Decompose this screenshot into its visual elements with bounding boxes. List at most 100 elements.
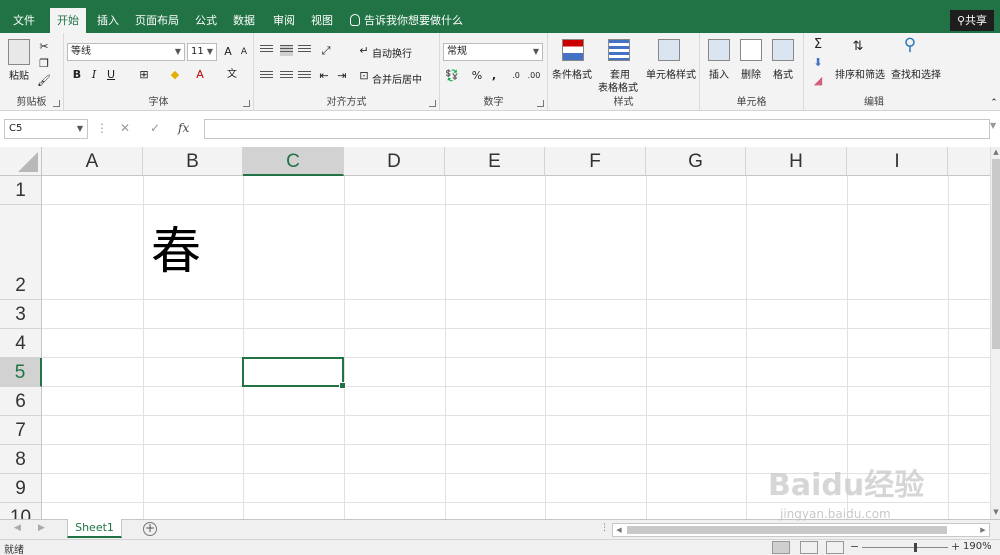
- format-as-table-line2[interactable]: 表格格式: [594, 79, 642, 94]
- tab-insert[interactable]: 插入: [90, 8, 126, 33]
- align-top-icon[interactable]: [260, 45, 273, 56]
- tab-view[interactable]: 视图: [304, 8, 340, 33]
- font-size-combo[interactable]: 11 ▼: [187, 43, 217, 61]
- increase-indent-icon[interactable]: ⇥: [334, 68, 350, 84]
- wrap-text-button[interactable]: 自动换行: [372, 45, 412, 60]
- clear-icon[interactable]: ◢: [810, 73, 826, 89]
- wrap-text-icon[interactable]: ↵: [356, 43, 372, 59]
- next-sheet-icon[interactable]: ▶: [38, 523, 45, 533]
- format-as-table-icon[interactable]: [608, 39, 630, 61]
- vertical-scrollbar[interactable]: ▲ ▼: [990, 147, 1000, 519]
- paste-button[interactable]: 粘贴: [4, 67, 34, 82]
- alignment-launcher-icon[interactable]: [429, 100, 436, 107]
- column-header-a[interactable]: A: [42, 147, 143, 176]
- cell-b2[interactable]: 春: [143, 204, 243, 299]
- search-icon[interactable]: ⚲: [902, 37, 918, 54]
- insert-function-button[interactable]: fx: [178, 121, 189, 135]
- scroll-down-icon[interactable]: ▼: [992, 508, 1000, 516]
- worksheet-grid[interactable]: A B C D E F G H I 1 2 3 4 5 6 7 8 9 10 春: [0, 147, 990, 519]
- tab-page-layout[interactable]: 页面布局: [130, 8, 184, 33]
- copy-icon[interactable]: ❐: [36, 56, 52, 72]
- tab-formulas[interactable]: 公式: [188, 8, 224, 33]
- clipboard-launcher-icon[interactable]: [53, 100, 60, 107]
- column-header-e[interactable]: E: [445, 147, 545, 176]
- number-launcher-icon[interactable]: [537, 100, 544, 107]
- decrease-indent-icon[interactable]: ⇤: [316, 68, 332, 84]
- fill-icon[interactable]: ⬇: [810, 55, 826, 71]
- autosum-button[interactable]: Σ: [810, 37, 826, 53]
- zoom-in-icon[interactable]: +: [951, 540, 960, 553]
- row-header-8[interactable]: 8: [0, 445, 42, 474]
- share-button[interactable]: ⚲共享: [950, 10, 994, 31]
- name-box[interactable]: C5 ▼: [4, 119, 88, 139]
- increase-decimal-icon[interactable]: .0: [508, 68, 524, 84]
- align-right-icon[interactable]: [298, 71, 311, 82]
- row-header-1[interactable]: 1: [0, 176, 42, 205]
- column-header-f[interactable]: F: [545, 147, 646, 176]
- cancel-button[interactable]: ✕: [120, 121, 130, 135]
- row-header-9[interactable]: 9: [0, 474, 42, 503]
- expand-formula-icon[interactable]: ▼: [990, 121, 996, 130]
- sheet-tab-sheet1[interactable]: Sheet1: [67, 519, 122, 538]
- page-break-view-icon[interactable]: [826, 541, 844, 554]
- align-bottom-icon[interactable]: [298, 45, 311, 56]
- conditional-format-button[interactable]: 条件格式: [548, 66, 596, 81]
- active-cell-c5[interactable]: [242, 357, 346, 389]
- sort-filter-button[interactable]: 排序和筛选: [832, 66, 888, 81]
- column-header-i[interactable]: I: [847, 147, 948, 176]
- column-header-h[interactable]: H: [746, 147, 847, 176]
- insert-cells-icon[interactable]: [708, 39, 730, 61]
- delete-cells-icon[interactable]: [740, 39, 762, 61]
- row-header-7[interactable]: 7: [0, 416, 42, 445]
- cell-styles-button[interactable]: 单元格样式: [644, 66, 698, 81]
- row-header-5[interactable]: 5: [0, 358, 42, 387]
- page-layout-view-icon[interactable]: [800, 541, 818, 554]
- row-header-3[interactable]: 3: [0, 300, 42, 329]
- accounting-format-icon[interactable]: 💱: [444, 68, 460, 84]
- align-middle-icon[interactable]: [280, 45, 293, 56]
- row-header-4[interactable]: 4: [0, 329, 42, 358]
- merge-center-icon[interactable]: ⊡: [356, 68, 372, 84]
- column-header-j[interactable]: [948, 147, 990, 176]
- font-name-combo[interactable]: 等线 ▼: [67, 43, 185, 61]
- phonetic-button[interactable]: 文: [224, 67, 240, 83]
- align-left-icon[interactable]: [260, 71, 273, 82]
- zoom-slider[interactable]: [862, 547, 948, 548]
- vertical-scroll-thumb[interactable]: [992, 159, 1000, 349]
- scroll-left-icon[interactable]: ◀: [613, 524, 625, 536]
- zoom-out-icon[interactable]: −: [850, 540, 859, 553]
- conditional-format-icon[interactable]: [562, 39, 584, 61]
- format-painter-icon[interactable]: 🖌: [36, 73, 52, 89]
- percent-button[interactable]: %: [469, 68, 485, 84]
- prev-sheet-icon[interactable]: ◀: [14, 523, 21, 533]
- collapse-ribbon-icon[interactable]: ⌃: [986, 95, 1000, 111]
- orientation-icon[interactable]: ⤢: [318, 43, 334, 59]
- decrease-decimal-icon[interactable]: .00: [526, 68, 542, 84]
- row-header-10[interactable]: 10: [0, 503, 42, 519]
- insert-cells-button[interactable]: 插入: [704, 66, 734, 81]
- format-cells-button[interactable]: 格式: [768, 66, 798, 81]
- formula-input[interactable]: [204, 119, 990, 139]
- tab-file[interactable]: 文件: [4, 8, 44, 33]
- font-color-button[interactable]: A: [192, 67, 208, 83]
- tab-home[interactable]: 开始: [50, 8, 86, 33]
- find-select-button[interactable]: 查找和选择: [888, 66, 944, 81]
- scroll-up-icon[interactable]: ▲: [992, 148, 1000, 156]
- borders-icon[interactable]: ⊞: [136, 67, 152, 83]
- tab-data[interactable]: 数据: [226, 8, 262, 33]
- column-header-d[interactable]: D: [344, 147, 445, 176]
- merge-center-button[interactable]: 合并后居中: [372, 71, 422, 86]
- grow-font-button[interactable]: A: [220, 44, 236, 60]
- enter-button[interactable]: ✓: [150, 121, 160, 135]
- scroll-right-icon[interactable]: ▶: [977, 524, 989, 536]
- clipboard-icon[interactable]: [8, 39, 30, 65]
- horizontal-scroll-thumb[interactable]: [627, 526, 947, 534]
- zoom-level[interactable]: 190%: [963, 541, 992, 552]
- underline-button[interactable]: U: [103, 67, 119, 83]
- normal-view-icon[interactable]: [772, 541, 790, 554]
- tell-me-search[interactable]: 告诉我你想要做什么: [350, 8, 463, 33]
- italic-button[interactable]: I: [86, 67, 102, 83]
- format-cells-icon[interactable]: [772, 39, 794, 61]
- sort-filter-icon[interactable]: ⇅: [850, 39, 866, 55]
- column-header-b[interactable]: B: [143, 147, 243, 176]
